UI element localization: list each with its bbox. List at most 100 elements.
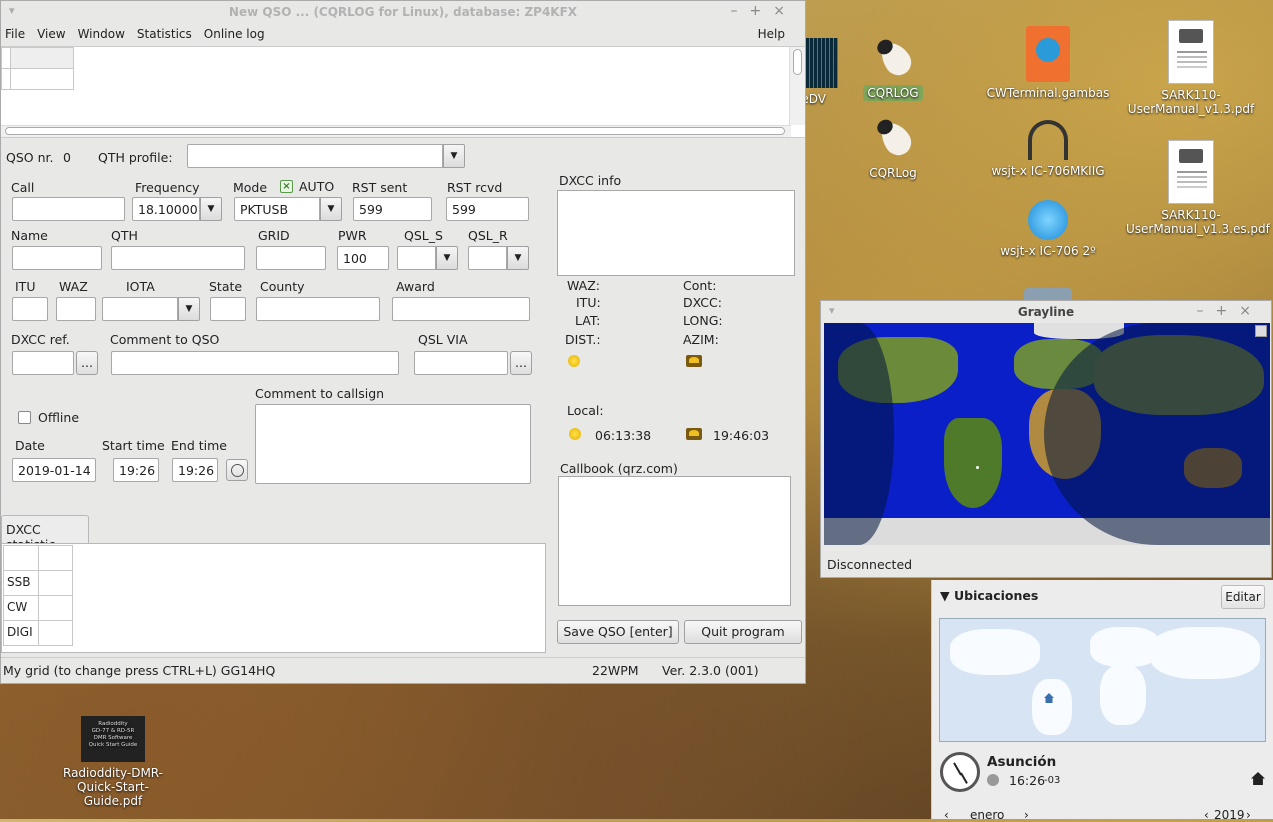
grid-label: GRID <box>258 228 290 243</box>
desktop-icon-label: wsjt-x IC-706 2º <box>1000 244 1096 258</box>
desktop-icon-radioddity-pdf[interactable]: Radioddity GD-77 & RD-5R DMR Software Qu… <box>48 716 178 808</box>
next-year-icon[interactable]: › <box>1246 808 1251 822</box>
rst-rcvd-input[interactable]: 599 <box>446 197 529 221</box>
offline-checkbox[interactable] <box>18 411 31 424</box>
state-label: State <box>209 279 243 294</box>
award-input[interactable] <box>392 297 530 321</box>
dxcc-statistic-grid: SSB CW DIGI <box>1 543 546 653</box>
headphones-icon <box>1028 120 1068 160</box>
desktop-icon-label: wsjt-x IC-706MKIIG <box>991 164 1105 178</box>
clock-button[interactable] <box>226 459 248 481</box>
menu-window[interactable]: Window <box>78 27 125 41</box>
menu-help[interactable]: Help <box>758 27 785 41</box>
long-info-label: LONG: <box>683 313 723 328</box>
prev-month-icon[interactable]: ‹ <box>944 808 949 822</box>
call-input[interactable] <box>12 197 125 221</box>
menu-file[interactable]: File <box>5 27 25 41</box>
desktop-icon-label: SARK110-UserManual_v1.3.es.pdf <box>1126 208 1270 236</box>
azim-info-label: AZIM: <box>683 332 719 347</box>
maximize-icon[interactable]: + <box>1216 303 1240 319</box>
recent-qso-grid[interactable] <box>1 46 805 138</box>
status-grid: My grid (to change press CTRL+L) GG14HQ <box>3 663 276 678</box>
auto-label: AUTO <box>299 179 335 194</box>
desktop-icon-wsjtx-2[interactable]: wsjt-x IC-706 2º <box>983 200 1113 258</box>
local-label: Local: <box>567 403 604 418</box>
stat-row-cw: CW <box>3 595 39 621</box>
iota-combo[interactable]: ▼ <box>102 297 200 321</box>
dxcc-ref-input[interactable] <box>12 351 74 375</box>
desktop-icon-sark-es-pdf[interactable]: SARK110-UserManual_v1.3.es.pdf <box>1126 140 1270 236</box>
location-marker-icon <box>976 466 979 469</box>
rst-sent-label: RST sent <box>352 180 408 195</box>
frequency-combo[interactable]: 18.10000 ▼ <box>132 197 222 221</box>
stat-row-digi: DIGI <box>3 620 39 646</box>
grid-input[interactable] <box>256 246 326 270</box>
start-time-input[interactable]: 19:26 <box>113 458 159 482</box>
mode-combo[interactable]: PKTUSB ▼ <box>234 197 342 221</box>
state-input[interactable] <box>210 297 246 321</box>
close-icon[interactable]: × <box>1239 303 1263 319</box>
chevron-down-icon: ▼ <box>443 144 465 168</box>
horizontal-scrollbar[interactable] <box>1 125 791 137</box>
itu-input[interactable] <box>12 297 48 321</box>
vertical-scrollbar[interactable] <box>789 47 805 125</box>
desktop-icon-wsjtx-1[interactable]: wsjt-x IC-706MKIIG <box>983 120 1113 178</box>
chevron-down-icon: ▼ <box>320 197 342 221</box>
minimize-icon[interactable]: – <box>731 3 750 19</box>
county-label: County <box>260 279 305 294</box>
edit-button[interactable]: Editar <box>1221 585 1265 609</box>
local-sunrise-icon <box>569 428 581 440</box>
qsl-r-combo[interactable]: ▼ <box>468 246 529 270</box>
maximize-icon[interactable]: + <box>750 3 774 19</box>
save-qso-button[interactable]: Save QSO [enter] <box>557 620 679 644</box>
next-month-icon[interactable]: › <box>1024 808 1029 822</box>
prev-year-icon[interactable]: ‹ <box>1204 808 1209 822</box>
quit-program-button[interactable]: Quit program <box>684 620 802 644</box>
tab-dxcc-statistic[interactable]: DXCC statistic <box>1 515 89 552</box>
date-input[interactable]: 2019-01-14 <box>12 458 96 482</box>
qso-nr-label: QSO nr. <box>6 150 54 165</box>
pwr-input[interactable]: 100 <box>337 246 389 270</box>
auto-checkbox[interactable]: × <box>280 180 293 193</box>
close-icon[interactable]: × <box>773 3 797 19</box>
menu-online-log[interactable]: Online log <box>204 27 265 41</box>
rst-sent-input[interactable]: 599 <box>353 197 432 221</box>
desktop-icon-sark-pdf[interactable]: SARK110-UserManual_v1.3.pdf <box>1126 20 1256 116</box>
thumb-line: Radioddity <box>98 721 128 727</box>
name-input[interactable] <box>12 246 102 270</box>
waz-input[interactable] <box>56 297 96 321</box>
pwr-label: PWR <box>338 228 367 243</box>
county-input[interactable] <box>256 297 380 321</box>
qth-input[interactable] <box>111 246 245 270</box>
desktop-icon-cqrlog[interactable]: CQRLog <box>828 118 958 180</box>
qsl-via-input[interactable] <box>414 351 508 375</box>
grayline-zoom-icon[interactable] <box>1255 325 1267 337</box>
desktop-icon-cwterminal[interactable]: CWTerminal.gambas <box>983 26 1113 100</box>
locations-header[interactable]: ▼ Ubicaciones <box>940 588 1038 603</box>
qth-profile-select[interactable]: ▼ <box>187 144 465 168</box>
callbook-box <box>558 476 791 606</box>
desktop-icon-label: CQRLOG <box>863 85 923 101</box>
minimize-icon[interactable]: – <box>1197 303 1216 319</box>
qsl-s-combo[interactable]: ▼ <box>397 246 458 270</box>
stat-row-ssb: SSB <box>3 570 39 596</box>
dxcc-ref-browse-button[interactable]: ... <box>76 351 98 375</box>
thumb-line: GD-77 & RD-5R <box>91 728 135 734</box>
menu-statistics[interactable]: Statistics <box>137 27 192 41</box>
comment-callsign-textarea[interactable] <box>255 404 531 484</box>
local-sunset-time: 19:46:03 <box>713 428 770 443</box>
dist-info-label: DIST.: <box>565 332 601 347</box>
itu-label: ITU <box>15 279 36 294</box>
clock-icon <box>230 464 244 477</box>
weather-sun-icon <box>987 774 999 786</box>
desktop-icon-label: Radioddity-DMR-Quick-Start-Guide.pdf <box>63 766 163 808</box>
qsl-via-browse-button[interactable]: ... <box>510 351 532 375</box>
chevron-down-icon: ▼ <box>507 246 529 270</box>
qth-label: QTH <box>111 228 138 243</box>
end-time-input[interactable]: 19:26 <box>172 458 218 482</box>
chevron-down-icon: ▼ <box>436 246 458 270</box>
menu-view[interactable]: View <box>37 27 65 41</box>
desktop-icon-cqrlog-selected[interactable]: CQRLOG <box>828 38 958 101</box>
comment-qso-input[interactable] <box>111 351 399 375</box>
home-icon[interactable] <box>1251 772 1265 785</box>
